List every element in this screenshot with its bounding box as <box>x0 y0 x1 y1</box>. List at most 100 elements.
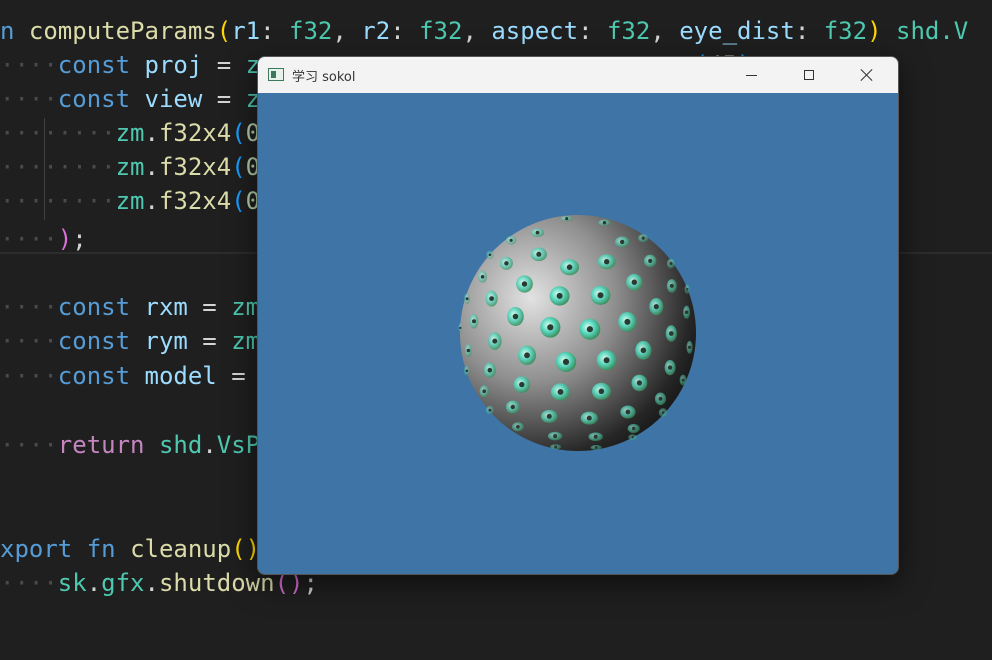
torus-hole <box>602 221 607 225</box>
code-token: ( <box>231 187 246 215</box>
torus-hole <box>509 238 513 242</box>
code-token: zm <box>231 327 261 355</box>
torus-hole <box>593 434 598 439</box>
code-token: ········ <box>0 153 116 181</box>
code-token: . <box>144 153 159 181</box>
torus-hole <box>597 292 604 299</box>
code-token: , <box>462 17 492 45</box>
torus-hole <box>554 445 558 449</box>
torus-hole <box>465 369 469 373</box>
code-line: ····const model = z <box>0 359 275 393</box>
torus-hole <box>504 261 509 266</box>
torus-hole <box>636 380 642 386</box>
code-token: computeParams <box>28 17 217 45</box>
code-token: f32x4 <box>158 187 232 215</box>
torus-hole <box>562 358 570 365</box>
torus-hole <box>553 434 558 439</box>
torus-hole <box>489 296 494 301</box>
code-token: ) <box>57 225 73 253</box>
torus-hole <box>565 217 569 221</box>
code-token: r2 <box>361 17 391 45</box>
code-line: ····const rxm = zm <box>0 290 260 324</box>
torus-hole <box>598 388 605 395</box>
torus-hole <box>594 446 598 449</box>
code-token: . <box>86 569 102 597</box>
torus-hole <box>669 283 674 288</box>
code-token: , <box>332 17 362 45</box>
code-token: . <box>144 119 159 147</box>
torus-hole <box>668 331 674 336</box>
torus-hole <box>586 326 593 333</box>
torus-hole <box>466 348 471 353</box>
code-token: ( <box>216 17 232 45</box>
torus-hole <box>519 381 525 388</box>
code-line: ····const rym = zm <box>0 324 260 358</box>
torus-hole <box>510 404 515 410</box>
torus-hole <box>487 367 493 373</box>
code-token: rxm <box>144 293 188 321</box>
torus-hole <box>620 239 625 245</box>
torus-hole <box>631 279 637 285</box>
torus-hole <box>480 275 485 279</box>
torus-hole <box>603 357 610 364</box>
render-canvas[interactable] <box>258 93 898 574</box>
torus-hole <box>524 352 530 359</box>
torus-hole <box>472 319 476 324</box>
code-token: f32 <box>606 17 651 45</box>
code-token: : <box>260 17 290 45</box>
code-token: const <box>57 327 145 355</box>
code-token: = <box>187 293 232 321</box>
code-token: . <box>202 431 217 459</box>
close-button[interactable] <box>844 57 890 93</box>
code-line: ········zm.f32x4(0 <box>0 184 260 218</box>
torus-hole <box>586 415 592 421</box>
code-line: ········zm.f32x4(0 <box>0 116 260 150</box>
torus-hole <box>661 411 665 414</box>
torus-hole <box>557 389 564 395</box>
code-token: ···· <box>0 51 58 79</box>
torus-hole <box>667 365 673 370</box>
window-titlebar[interactable]: 学习 sokol <box>258 57 898 93</box>
code-token: sk <box>57 569 87 597</box>
torus-hole <box>536 251 542 257</box>
code-token: = <box>202 51 246 79</box>
code-token: eye_dist <box>679 17 795 45</box>
code-token: ···· <box>0 362 58 390</box>
code-token: zm <box>115 187 145 215</box>
minimize-button[interactable] <box>728 57 774 93</box>
code-token: . <box>144 569 159 597</box>
code-token: ···· <box>0 327 58 355</box>
app-window-icon <box>268 68 284 81</box>
torus-hole <box>625 409 631 415</box>
torus-hole <box>516 425 520 429</box>
code-token: . <box>144 187 159 215</box>
code-token: ···· <box>0 293 58 321</box>
code-token: ) <box>867 17 882 45</box>
code-token: ···· <box>0 225 58 253</box>
sphere-scene <box>458 215 696 451</box>
code-token: = <box>202 85 246 113</box>
code-token: f32 <box>823 17 868 45</box>
code-token: aspect <box>491 17 579 45</box>
sokol-window[interactable]: 学习 sokol <box>257 56 899 575</box>
code-token: = <box>187 327 232 355</box>
torus-hole <box>669 262 673 265</box>
code-token: zm <box>115 119 145 147</box>
code-token: fn <box>86 535 131 563</box>
code-token: : <box>794 17 824 45</box>
torus-hole <box>535 230 540 235</box>
code-token: n <box>0 17 29 45</box>
code-token: r1 <box>231 17 261 45</box>
code-token: return <box>57 431 159 459</box>
code-token: ···· <box>0 431 58 459</box>
torus-hole <box>681 378 685 382</box>
code-token: xport <box>0 535 87 563</box>
torus-hole <box>653 304 659 310</box>
maximize-button[interactable] <box>786 57 832 93</box>
code-token: rym <box>144 327 188 355</box>
code-token: () <box>231 535 261 563</box>
code-token: ········ <box>0 187 116 215</box>
torus-hole <box>546 413 552 419</box>
code-token: f32x4 <box>158 119 232 147</box>
torus-hole <box>641 236 645 240</box>
